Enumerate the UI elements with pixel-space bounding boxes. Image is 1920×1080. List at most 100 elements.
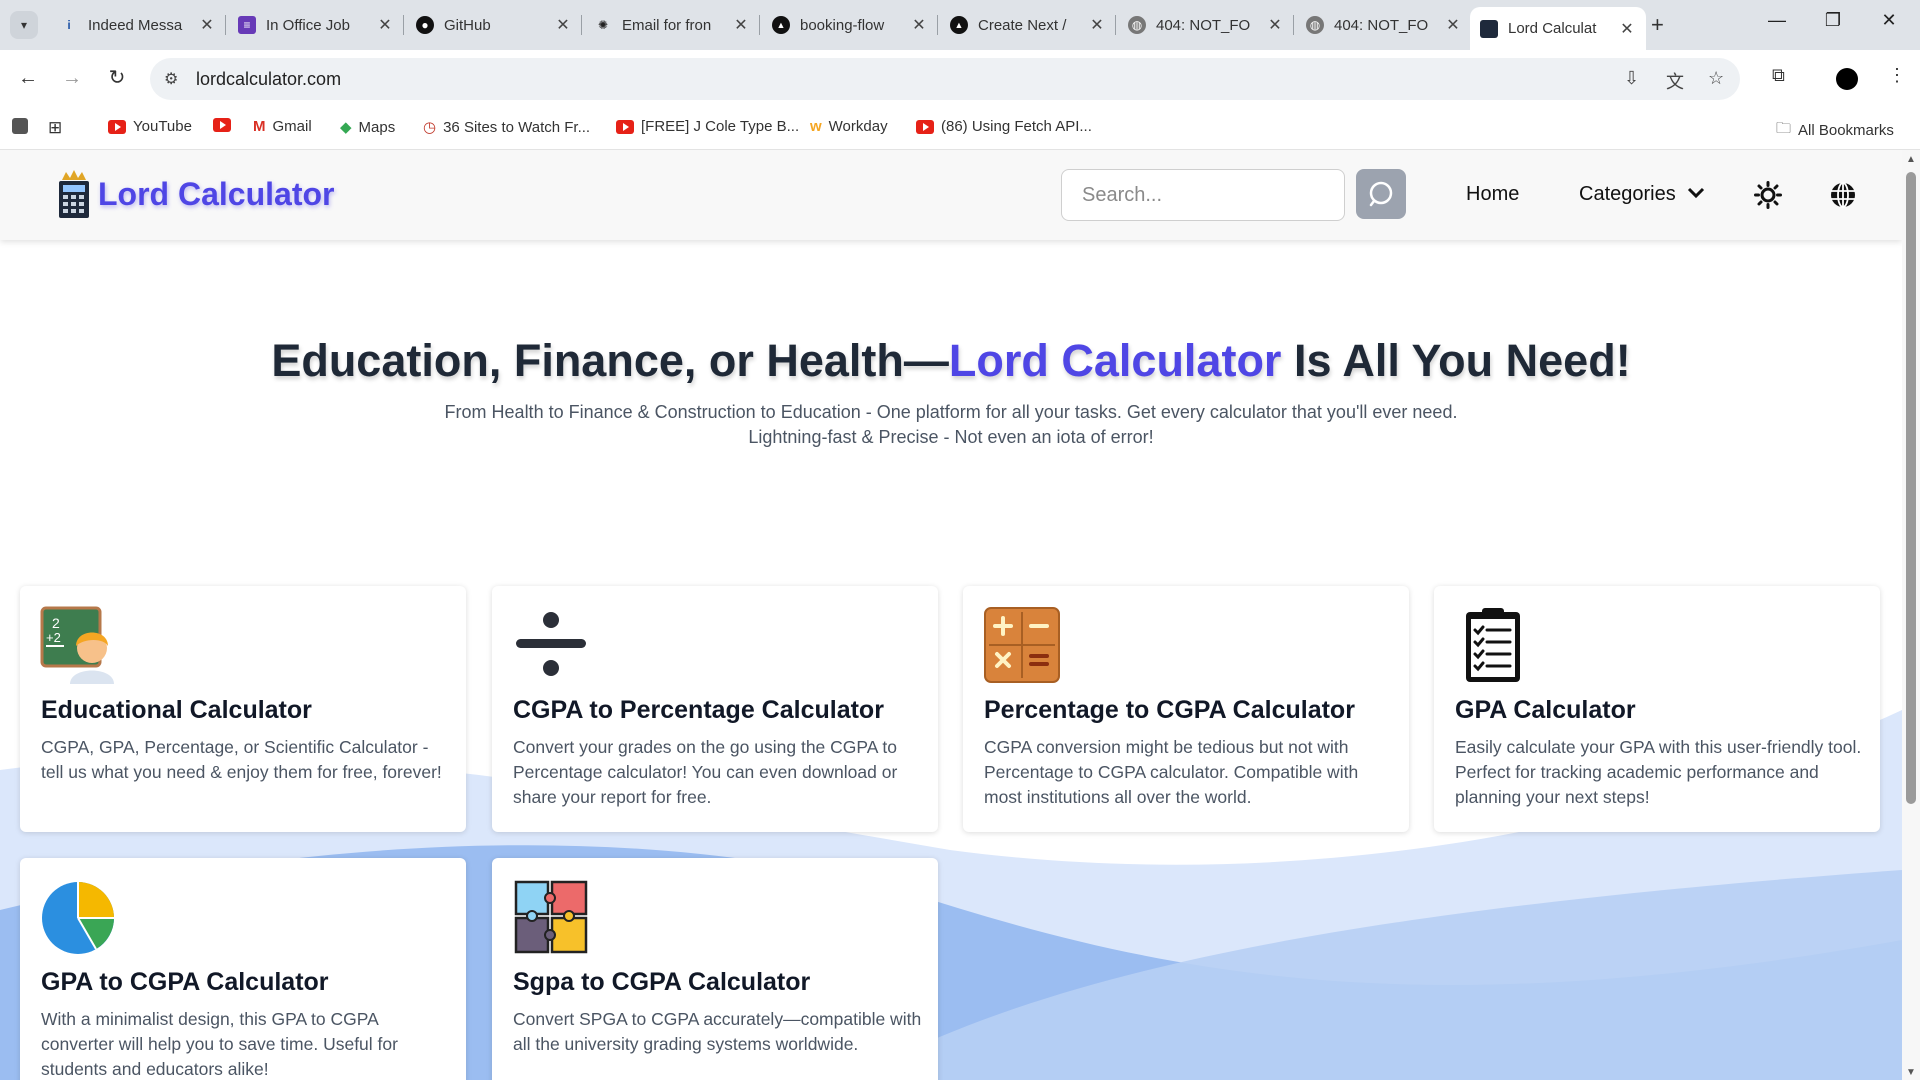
close-icon[interactable]: ✕ xyxy=(1088,15,1106,35)
bookmark-gmail[interactable]: M Gmail xyxy=(253,118,312,135)
forms-icon: ≡ xyxy=(238,16,256,34)
tab-search-button[interactable]: ▾ xyxy=(10,11,38,39)
tab-label: booking-flow xyxy=(800,16,885,34)
tab-github[interactable]: ● GitHub ✕ xyxy=(406,7,582,43)
nav-categories-dropdown[interactable]: Categories xyxy=(1579,183,1676,206)
pie-chart-icon xyxy=(42,882,114,954)
close-icon[interactable]: ✕ xyxy=(910,15,928,35)
gmail-icon: M xyxy=(253,118,266,135)
tab-404-b[interactable]: ◍ 404: NOT_FO ✕ xyxy=(1296,7,1472,43)
tab-create-next[interactable]: ▲ Create Next / ✕ xyxy=(940,7,1116,43)
apps-icon[interactable] xyxy=(12,118,35,134)
tab-forms[interactable]: ≡ In Office Job ✕ xyxy=(228,7,404,43)
bookmark-fetch-api[interactable]: (86) Using Fetch API... xyxy=(916,118,1092,135)
search-button[interactable] xyxy=(1356,169,1406,219)
youtube-icon xyxy=(616,119,634,134)
svg-text:2: 2 xyxy=(52,615,60,631)
close-icon[interactable]: ✕ xyxy=(1618,19,1636,39)
card-gpa-to-cgpa[interactable]: GPA to CGPA Calculator With a minimalist… xyxy=(20,858,466,1080)
close-icon[interactable]: ✕ xyxy=(376,15,394,35)
all-bookmarks[interactable]: 🗀 All Bookmarks xyxy=(1776,118,1894,143)
extensions-icon[interactable]: ⧉ xyxy=(1772,65,1785,86)
svg-text:+2: +2 xyxy=(46,630,61,645)
install-app-icon[interactable]: ⇩ xyxy=(1624,68,1639,89)
close-icon[interactable]: ✕ xyxy=(732,15,750,35)
tab-label: GitHub xyxy=(444,16,491,34)
close-icon[interactable]: ✕ xyxy=(198,15,216,35)
nav-home-link[interactable]: Home xyxy=(1466,183,1519,206)
browser-toolbar: ← → ↻ ⚙ lordcalculator.com ⇩ 文 ☆ ⧉ ⋮ xyxy=(0,50,1920,107)
bookmark-36-sites[interactable]: ◷ 36 Sites to Watch Fr... xyxy=(423,118,590,137)
card-title: GPA to CGPA Calculator xyxy=(41,968,329,996)
bookmark-jcole[interactable]: [FREE] J Cole Type B... xyxy=(616,118,799,135)
close-icon[interactable]: ✕ xyxy=(1444,15,1462,35)
search-input[interactable] xyxy=(1061,169,1345,221)
close-window-button[interactable]: ✕ xyxy=(1874,10,1904,31)
chevron-down-icon[interactable] xyxy=(1687,186,1705,200)
page-viewport: Lord Calculator Home Categories xyxy=(0,150,1902,1080)
scroll-down-arrow-icon[interactable]: ▼ xyxy=(1906,1067,1916,1078)
site-info-icon[interactable]: ⚙ xyxy=(164,69,178,89)
youtube-icon xyxy=(213,118,231,132)
tab-chatgpt[interactable]: ✺ Email for fron ✕ xyxy=(584,7,760,43)
card-gpa-calculator[interactable]: GPA Calculator Easily calculate your GPA… xyxy=(1434,586,1880,832)
site-header: Lord Calculator Home Categories xyxy=(0,150,1902,240)
back-button[interactable]: ← xyxy=(14,64,42,92)
grid-icon[interactable]: ⊞ xyxy=(48,118,62,138)
bookmark-youtube[interactable]: YouTube xyxy=(108,118,192,135)
theme-toggle-icon[interactable] xyxy=(1754,181,1782,209)
tab-404-a[interactable]: ◍ 404: NOT_FO ✕ xyxy=(1118,7,1294,43)
browser-tab-strip: ▾ i Indeed Messa ✕ ≡ In Office Job ✕ ● G… xyxy=(0,0,1920,50)
card-description: Convert your grades on the go using the … xyxy=(513,737,898,807)
forward-button[interactable]: → xyxy=(58,64,86,92)
address-bar[interactable]: ⚙ lordcalculator.com ⇩ 文 ☆ xyxy=(150,58,1740,100)
logo-icon[interactable] xyxy=(56,170,92,220)
github-icon: ● xyxy=(416,16,434,34)
card-sgpa-to-cgpa[interactable]: Sgpa to CGPA Calculator Convert SPGA to … xyxy=(492,858,938,1080)
divide-icon xyxy=(516,612,586,676)
language-globe-icon[interactable] xyxy=(1829,181,1857,209)
clipboard-icon xyxy=(1466,608,1520,682)
tab-indeed[interactable]: i Indeed Messa ✕ xyxy=(50,7,226,43)
indeed-icon: i xyxy=(67,18,71,32)
card-title: Percentage to CGPA Calculator xyxy=(984,696,1355,724)
bookmark-youtube-2[interactable] xyxy=(213,118,238,132)
folder-icon: 🗀 xyxy=(1776,120,1792,137)
vercel-icon: ▲ xyxy=(950,16,968,34)
minimize-button[interactable]: — xyxy=(1762,10,1792,31)
menu-icon[interactable]: ⋮ xyxy=(1888,65,1906,86)
tab-label: Email for fron xyxy=(622,16,712,34)
card-educational-calculator[interactable]: 2 +2 Educational Calculator CGPA, GPA, P… xyxy=(20,586,466,832)
close-icon[interactable]: ✕ xyxy=(1266,15,1284,35)
new-tab-button[interactable]: + xyxy=(1651,12,1664,38)
maps-icon: ◆ xyxy=(340,119,352,136)
scrollbar-thumb[interactable] xyxy=(1906,172,1916,804)
close-icon[interactable]: ✕ xyxy=(554,15,572,35)
reload-button[interactable]: ↻ xyxy=(103,64,131,92)
card-cgpa-to-percentage[interactable]: CGPA to Percentage Calculator Convert yo… xyxy=(492,586,938,832)
tab-lord-calculator[interactable]: Lord Calculat ✕ xyxy=(1470,7,1646,50)
clock-icon: ◷ xyxy=(423,119,437,136)
bookmark-maps[interactable]: ◆ Maps xyxy=(340,118,395,137)
calculator-icon xyxy=(984,607,1060,683)
card-percentage-to-cgpa[interactable]: Percentage to CGPA Calculator CGPA conve… xyxy=(963,586,1409,832)
card-description: CGPA, GPA, Percentage, or Scientific Cal… xyxy=(41,737,442,782)
profile-avatar[interactable] xyxy=(1836,68,1858,90)
tab-booking-flow[interactable]: ▲ booking-flow ✕ xyxy=(762,7,938,43)
card-title: GPA Calculator xyxy=(1455,696,1636,724)
site-logo-text[interactable]: Lord Calculator xyxy=(98,176,334,213)
card-title: CGPA to Percentage Calculator xyxy=(513,696,884,724)
page-scrollbar[interactable]: ▲ ▼ xyxy=(1902,150,1920,1080)
card-description: With a minimalist design, this GPA to CG… xyxy=(41,1009,398,1079)
card-description: Easily calculate your GPA with this user… xyxy=(1455,737,1862,807)
translate-icon[interactable]: 文 xyxy=(1666,68,1684,94)
tab-label: Lord Calculat xyxy=(1508,20,1597,37)
site-icon xyxy=(1480,19,1498,38)
hero-title: Education, Finance, or Health—Lord Calcu… xyxy=(271,335,1631,386)
teacher-icon: 2 +2 xyxy=(40,606,114,684)
restore-button[interactable]: ❐ xyxy=(1818,10,1848,31)
bookmark-star-icon[interactable]: ☆ xyxy=(1708,68,1724,89)
scroll-up-arrow-icon[interactable]: ▲ xyxy=(1906,154,1916,165)
bookmark-workday[interactable]: w Workday xyxy=(810,118,888,135)
hero-subtitle-line2: Lightning-fast & Precise - Not even an i… xyxy=(748,427,1154,447)
